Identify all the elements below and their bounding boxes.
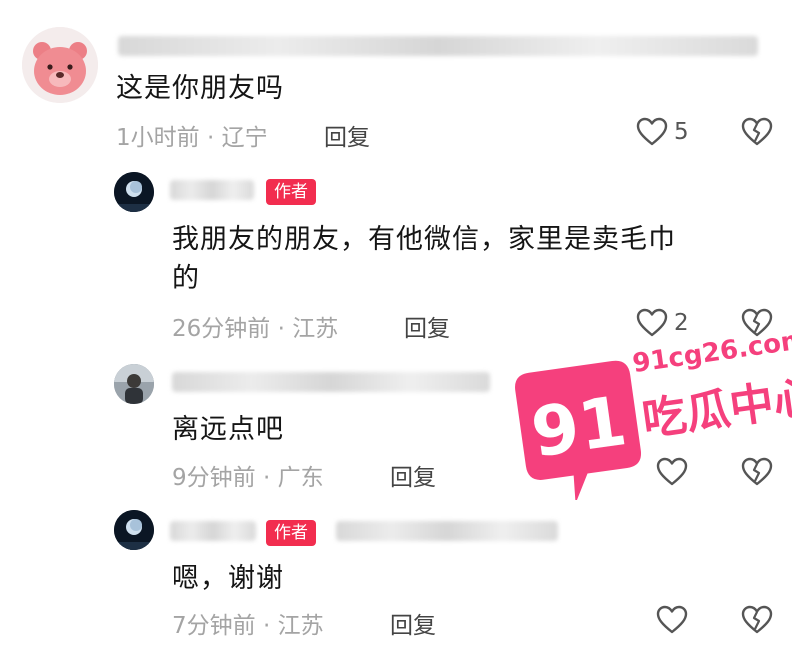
comment-text: 离远点吧 bbox=[172, 414, 284, 445]
comment-text-continued: 的 bbox=[172, 263, 200, 294]
reply-button[interactable]: 回复 bbox=[404, 309, 450, 343]
reply-button[interactable]: 回复 bbox=[390, 458, 436, 492]
like-count: 5 bbox=[674, 119, 689, 145]
watermark-number: 91 bbox=[527, 382, 632, 473]
user-avatar[interactable] bbox=[114, 364, 154, 404]
reply-button[interactable]: 回复 bbox=[324, 118, 370, 152]
person-photo-avatar-icon bbox=[114, 364, 154, 404]
comment-time-location: 7分钟前 · 江苏 bbox=[172, 613, 324, 639]
like-button[interactable]: 5 bbox=[636, 117, 689, 147]
watermark-domain: 91cg26.com bbox=[631, 330, 792, 379]
dislike-button[interactable] bbox=[741, 117, 773, 151]
username-blurred[interactable] bbox=[172, 372, 490, 392]
broken-heart-icon bbox=[741, 117, 773, 146]
author-avatar[interactable] bbox=[114, 510, 154, 550]
author-name-blurred[interactable] bbox=[170, 521, 256, 541]
username-blurred[interactable] bbox=[118, 36, 758, 56]
heart-outline-icon bbox=[656, 605, 688, 634]
site-watermark: 91 91cg26.com 吃瓜中心 bbox=[512, 325, 800, 504]
reply-target-blurred[interactable] bbox=[336, 521, 558, 541]
watermark-logo: 91 91cg26.com 吃瓜中心 bbox=[515, 325, 800, 504]
comment-text: 这是你朋友吗 bbox=[116, 73, 284, 104]
bear-avatar-icon bbox=[22, 27, 98, 103]
author-tag: 作者 bbox=[266, 179, 316, 205]
comment-time-location: 1小时前 · 辽宁 bbox=[116, 125, 268, 151]
author-tag: 作者 bbox=[266, 520, 316, 546]
reply-button[interactable]: 回复 bbox=[390, 606, 436, 640]
author-name-blurred[interactable] bbox=[170, 180, 254, 200]
heart-outline-icon bbox=[636, 117, 668, 146]
watermark-title: 吃瓜中心 bbox=[639, 371, 792, 446]
comment-time-location: 26分钟前 · 江苏 bbox=[172, 316, 339, 342]
moon-avatar-icon bbox=[114, 172, 154, 212]
like-button[interactable] bbox=[656, 605, 688, 635]
user-avatar-bear[interactable] bbox=[22, 27, 98, 103]
moon-avatar-icon bbox=[114, 510, 154, 550]
comment-time-location: 9分钟前 · 广东 bbox=[172, 465, 324, 491]
comment-text: 嗯，谢谢 bbox=[172, 563, 284, 594]
broken-heart-icon bbox=[741, 605, 773, 634]
comment-text: 我朋友的朋友，有他微信，家里是卖毛巾 bbox=[172, 224, 676, 255]
comment-thread: 这是你朋友吗 1小时前 · 辽宁 回复 5 作者 我朋友的朋友，有他微信，家里是… bbox=[0, 0, 800, 660]
author-avatar[interactable] bbox=[114, 172, 154, 212]
dislike-button[interactable] bbox=[741, 605, 773, 639]
